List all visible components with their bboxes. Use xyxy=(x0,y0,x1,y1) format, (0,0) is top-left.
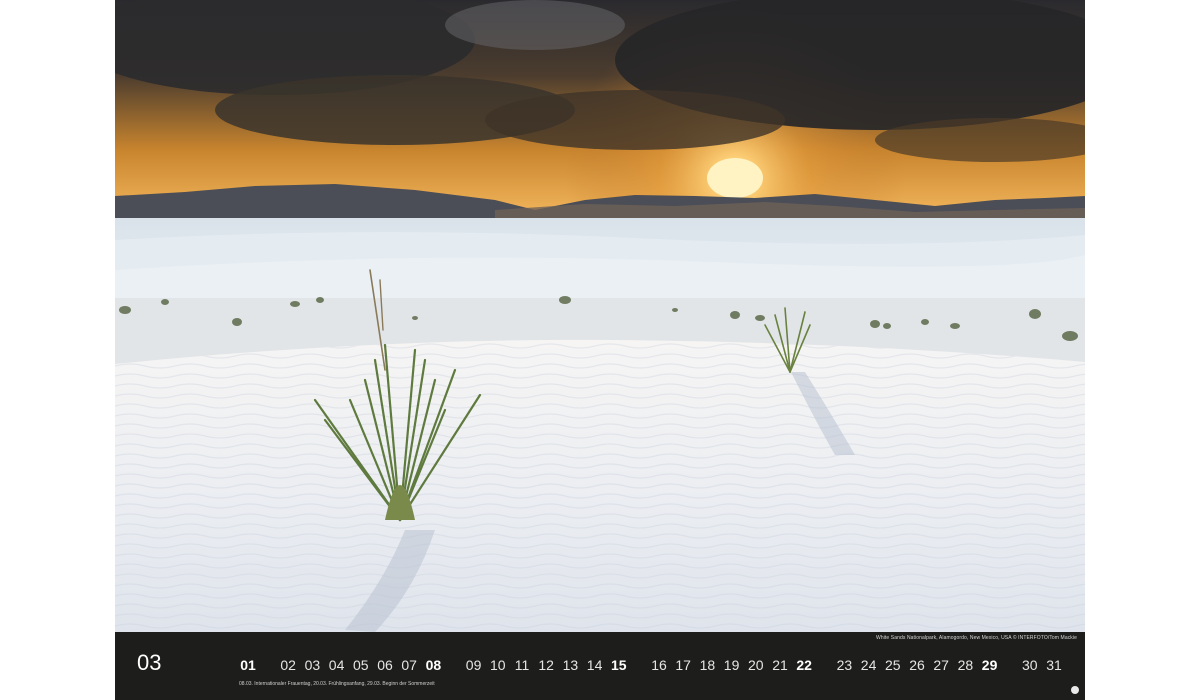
day-23: 23 xyxy=(836,657,853,673)
day-19: 19 xyxy=(723,657,740,673)
day-07: 07 xyxy=(401,657,417,673)
day-17: 17 xyxy=(675,657,691,673)
calendar-bar: White Sands Nationalpark, Alamogordo, Ne… xyxy=(115,632,1085,700)
day-05: 05 xyxy=(353,657,369,673)
day-04: 04 xyxy=(328,657,345,673)
day-20: 20 xyxy=(748,657,764,673)
day-22: 22 xyxy=(796,657,812,673)
day-08: 08 xyxy=(425,657,442,673)
day-11: 11 xyxy=(514,657,530,673)
day-29: 29 xyxy=(981,657,998,673)
photo-credit: White Sands Nationalpark, Alamogordo, Ne… xyxy=(876,635,1077,641)
day-02: 02 xyxy=(280,657,296,673)
day-24: 24 xyxy=(860,657,877,673)
day-10: 10 xyxy=(490,657,506,673)
day-26: 26 xyxy=(909,657,925,673)
day-13: 13 xyxy=(562,657,579,673)
day-18: 18 xyxy=(699,657,716,673)
day-12: 12 xyxy=(538,657,554,673)
day-15: 15 xyxy=(611,657,627,673)
day-14: 14 xyxy=(586,657,603,673)
page-marker-icon xyxy=(1071,686,1079,694)
day-03: 03 xyxy=(304,657,321,673)
day-09: 09 xyxy=(465,657,482,673)
holiday-notes: 08.03. Internationaler Frauentag, 20.03.… xyxy=(239,681,435,687)
calendar-page: White Sands Nationalpark, Alamogordo, Ne… xyxy=(115,0,1085,700)
day-21: 21 xyxy=(772,657,788,673)
landscape-photo xyxy=(115,0,1085,632)
day-25: 25 xyxy=(885,657,901,673)
day-30: 30 xyxy=(1022,657,1038,673)
day-28: 28 xyxy=(957,657,974,673)
white-sands-landscape-photo xyxy=(115,0,1085,632)
days-row: 01 02 03 04 05 06 07 08 09 10 11 12 13 14 15 16 17 18 19 20… xyxy=(115,657,1085,675)
day-01: 01 xyxy=(240,657,256,673)
day-31: 31 xyxy=(1046,657,1062,673)
day-27: 27 xyxy=(933,657,949,673)
day-06: 06 xyxy=(377,657,393,673)
day-16: 16 xyxy=(651,657,667,673)
